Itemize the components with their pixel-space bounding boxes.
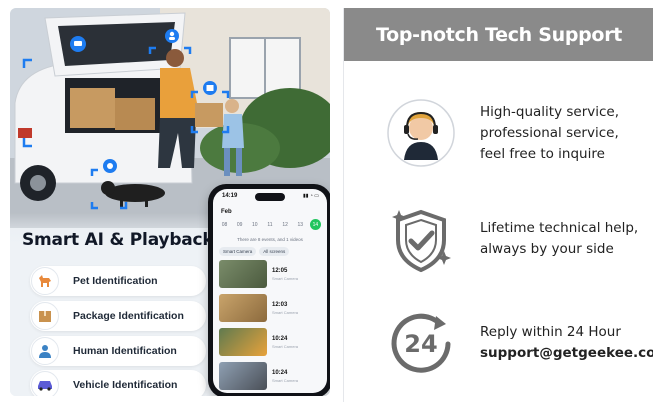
reply-time-text: Reply within 24 Hour support@getgeekee.c… [480, 322, 653, 364]
clip-source: Smart Camera [272, 275, 299, 281]
phone-mockup: 14:19 ▮▮ ◔ ▭ Feb 08 09 10 11 12 13 14 Th… [208, 184, 330, 396]
calendar-month: Feb [221, 209, 232, 215]
lifetime-help-text: Lifetime technical help, always by your … [480, 218, 638, 260]
text-line: feel free to inquire [480, 146, 605, 162]
phone-notch [255, 193, 285, 201]
clip-source: Smart Camera [272, 343, 299, 349]
calendar-day: 12 [282, 221, 288, 228]
calendar-day: 13 [297, 221, 304, 228]
feature-label: Package Identification [73, 310, 184, 322]
feature-package-identification: Package Identification [30, 301, 206, 331]
clip-time: 10:24 [272, 369, 288, 376]
filter-chip: Smart Camera [219, 247, 257, 256]
filter-chip: All screens [259, 247, 290, 256]
calendar-day: 09 [236, 221, 243, 228]
clip-time: 12:05 [272, 267, 288, 274]
car-icon [31, 371, 59, 396]
clip-time: 10:24 [272, 335, 288, 342]
person-icon [31, 337, 59, 365]
clock-24-icon: 24 [386, 308, 456, 378]
video-clip-row: 12:05 Smart Camera [219, 259, 321, 289]
clip-thumbnail [219, 362, 267, 390]
text-line: always by your side [480, 241, 614, 257]
feature-label: Vehicle Identification [73, 379, 178, 391]
feature-vehicle-identification: Vehicle Identification [30, 370, 206, 396]
camera-feature-card: Smart AI & Playback Pet Identification P… [10, 8, 330, 396]
clip-source: Smart Camera [272, 377, 299, 383]
phone-status-icons: ▮▮ ◔ ▭ [302, 193, 319, 199]
package-icon [31, 302, 59, 330]
text-line: High-quality service, [480, 104, 620, 120]
feature-label: Pet Identification [73, 275, 158, 287]
tech-support-card: Top-notch Tech Support High-quality serv… [343, 8, 653, 402]
filter-chips: Smart Camera All screens [219, 247, 321, 256]
product-listing-image: Smart AI & Playback Pet Identification P… [0, 0, 653, 402]
clip-source: Smart Camera [272, 309, 299, 315]
calendar-day-selected: 14 [309, 219, 321, 230]
clip-thumbnail [219, 328, 267, 356]
headline: Smart AI & Playback [22, 230, 214, 250]
svg-text:24: 24 [404, 330, 437, 358]
phone-screen: 14:19 ▮▮ ◔ ▭ Feb 08 09 10 11 12 13 14 Th… [213, 189, 327, 393]
clip-thumbnail [219, 260, 267, 288]
support-agent-icon [386, 98, 456, 168]
support-title: Top-notch Tech Support [375, 23, 623, 46]
feature-label: Human Identification [73, 345, 177, 357]
support-email[interactable]: support@getgeekee.com [480, 343, 653, 364]
clip-time: 12:03 [272, 301, 288, 308]
feature-pet-identification: Pet Identification [30, 266, 206, 296]
calendar-day-strip: 08 09 10 11 12 13 14 [219, 219, 321, 230]
video-clip-row: 10:24 Smart Camera [219, 327, 321, 357]
events-summary: There are 8 events, and 1 videos [237, 237, 303, 242]
text-line: Lifetime technical help, [480, 220, 639, 236]
feature-human-identification: Human Identification [30, 336, 206, 366]
clip-thumbnail [219, 294, 267, 322]
text-line: Reply within 24 Hour [480, 324, 621, 340]
service-quality-text: High-quality service, professional servi… [480, 102, 619, 165]
dog-icon [31, 267, 59, 295]
calendar-day: 10 [252, 221, 258, 228]
video-clip-row: 10:24 Smart Camera [219, 361, 321, 391]
phone-clock: 14:19 [222, 193, 238, 199]
text-line: professional service, [480, 125, 619, 141]
video-clip-row: 12:03 Smart Camera [219, 293, 321, 323]
shield-check-icon [386, 206, 456, 276]
support-header: Top-notch Tech Support [344, 8, 653, 61]
calendar-day: 11 [267, 221, 273, 228]
calendar-day: 08 [221, 221, 228, 228]
